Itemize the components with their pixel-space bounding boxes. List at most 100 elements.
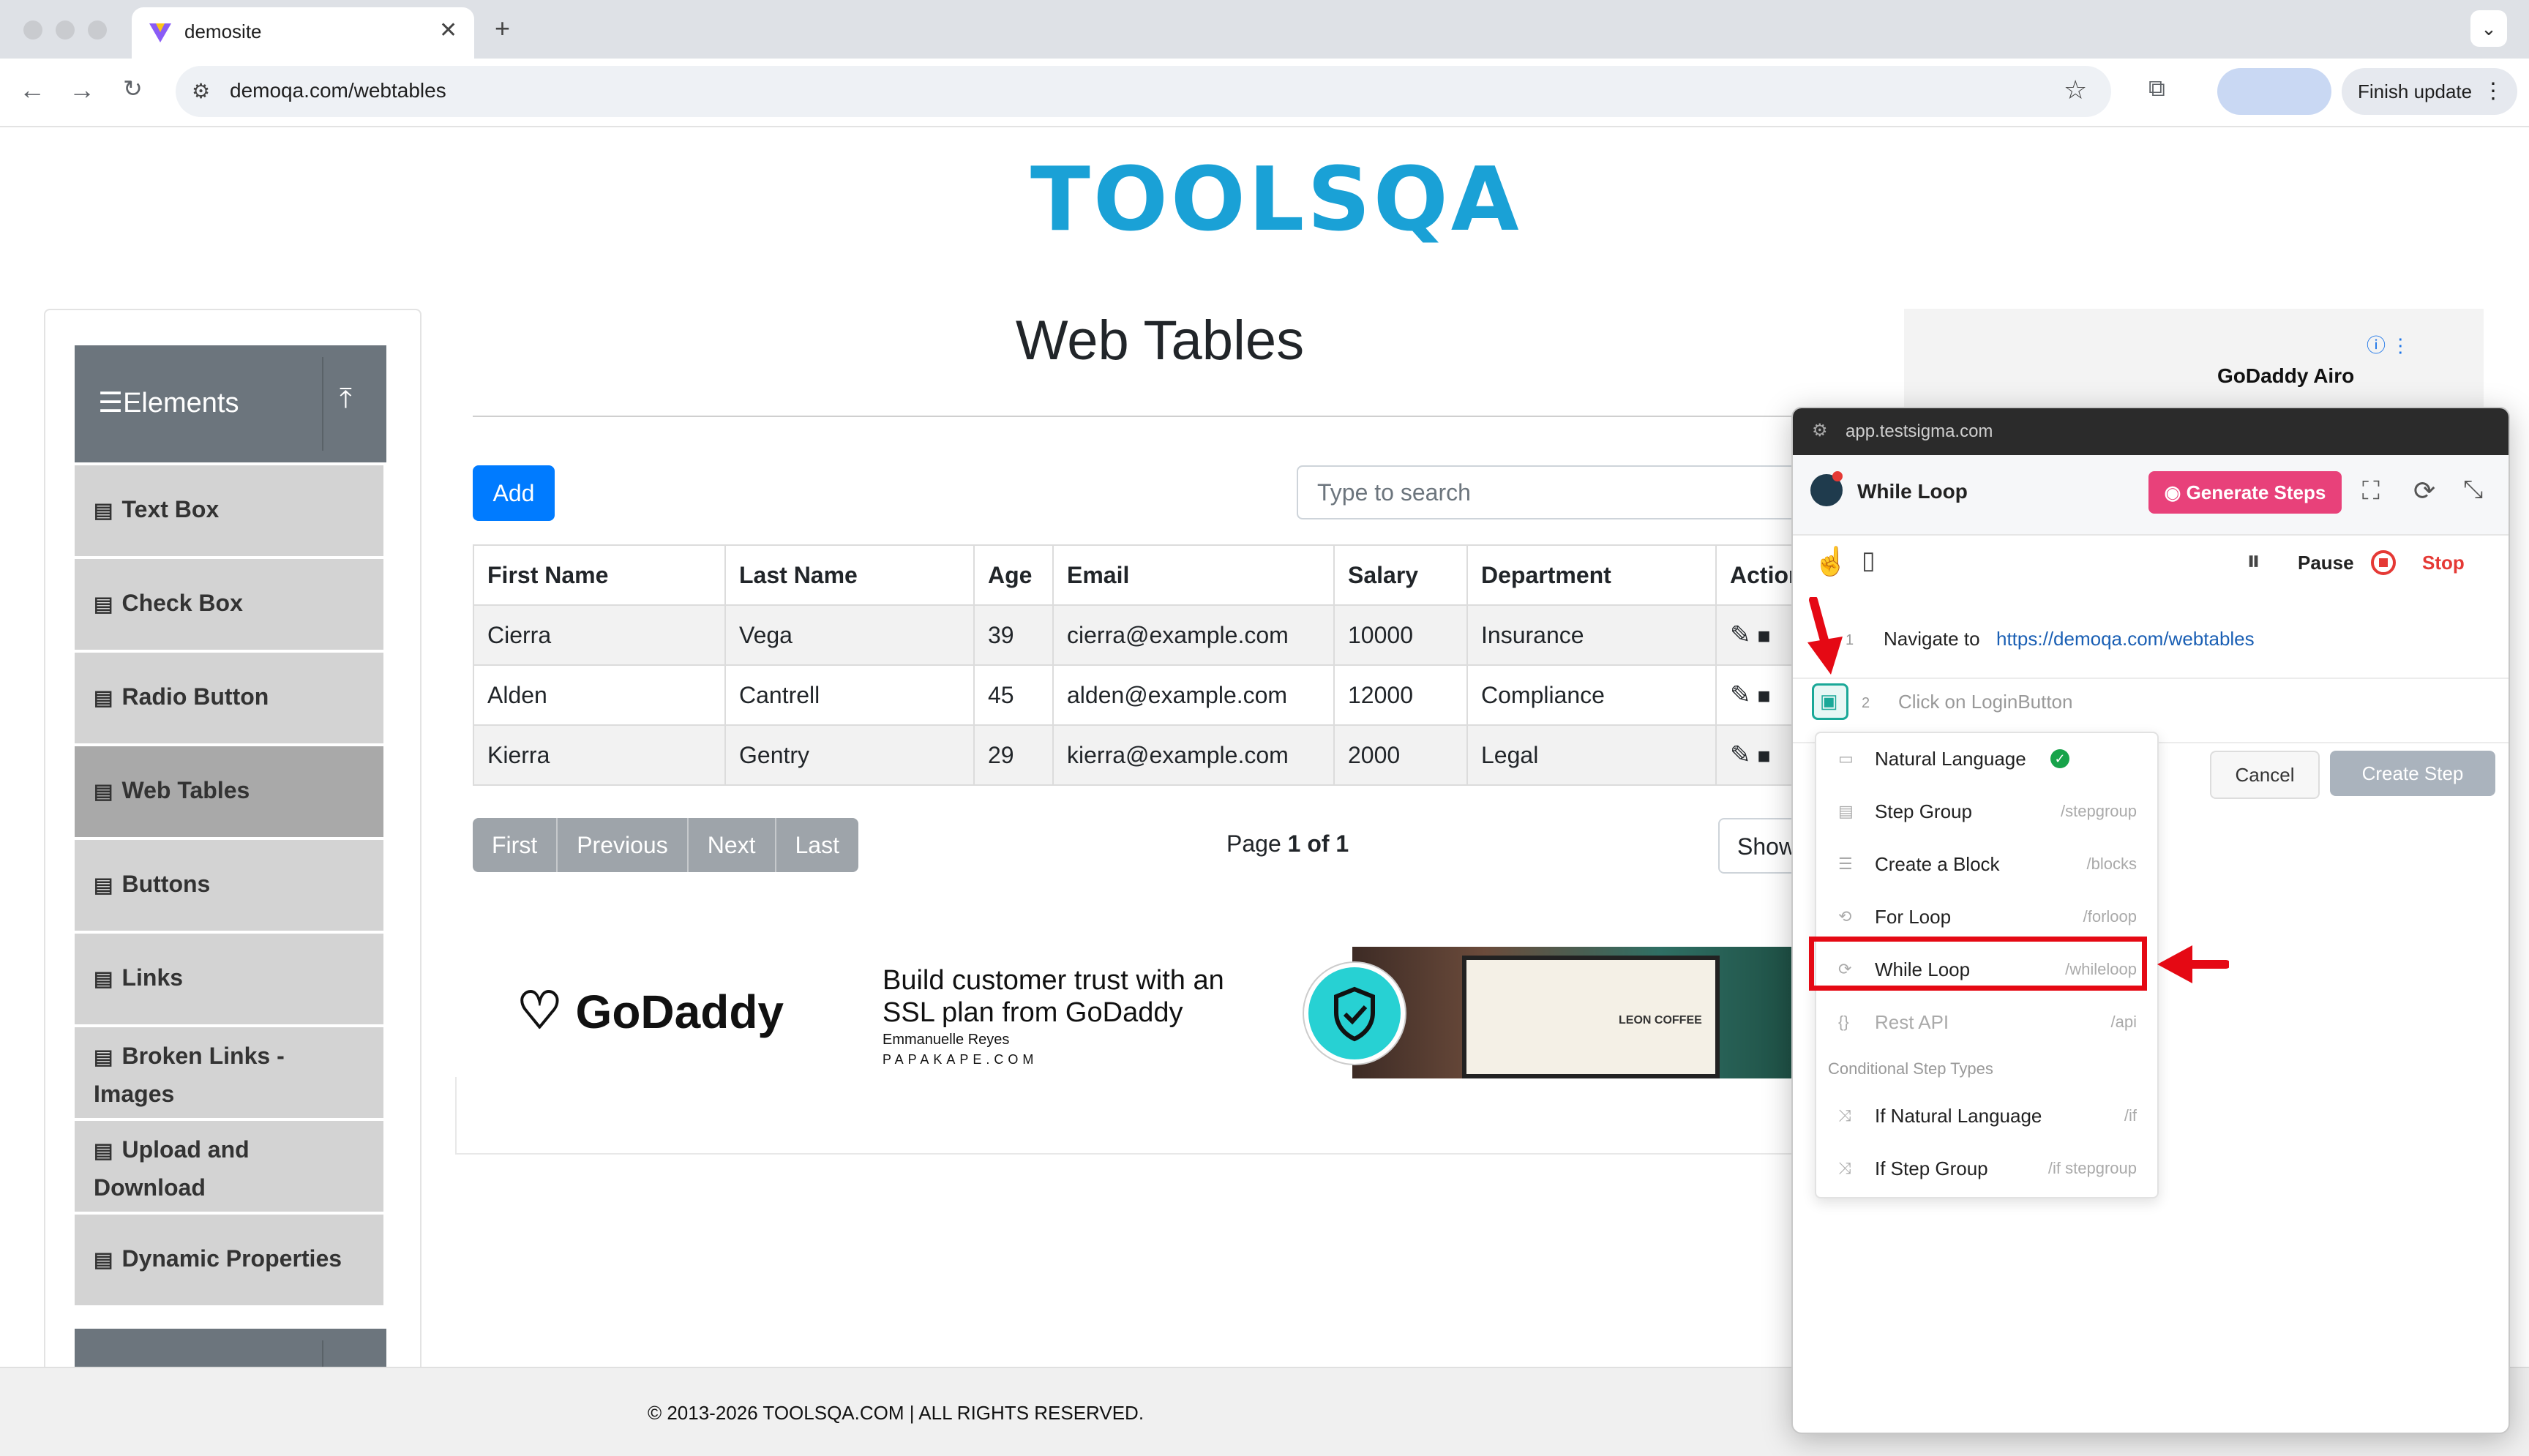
table-cell: Compliance	[1466, 664, 1717, 726]
list-item-icon: ▤	[94, 874, 113, 896]
collapse-arrow-icon[interactable]: ⤒	[340, 383, 352, 415]
step-type-selector-icon[interactable]: ▣	[1812, 683, 1848, 720]
browser-tab[interactable]: demosite ✕	[132, 7, 474, 59]
window-close-control[interactable]	[23, 20, 42, 40]
elements-group-text: Elements	[123, 388, 239, 419]
bookmark-star-icon[interactable]: ☆	[2064, 75, 2087, 105]
menu-item-if-natural-language[interactable]: ⤨ If Natural Language /if	[1816, 1090, 2157, 1143]
close-tab-icon[interactable]: ✕	[439, 18, 457, 43]
table-cell: Kierra	[473, 724, 726, 786]
delete-trash-icon[interactable]: ■	[1757, 744, 1770, 768]
sidebar-item-upload-and-download[interactable]: ▤ Upload and Download	[75, 1121, 383, 1215]
new-tab-icon[interactable]: +	[495, 13, 510, 44]
refresh-icon[interactable]: ⟳	[2413, 476, 2435, 506]
delete-trash-icon[interactable]: ■	[1757, 684, 1770, 708]
site-info-icon[interactable]: ⚙	[192, 79, 210, 103]
pause-button[interactable]: Pause	[2298, 552, 2354, 574]
last-page-button[interactable]: Last	[776, 818, 858, 872]
sidebar-item-buttons[interactable]: ▤ Buttons	[75, 840, 383, 934]
edit-pencil-icon[interactable]: ✎	[1730, 681, 1751, 709]
sidebar-item-links[interactable]: ▤ Links	[75, 934, 383, 1027]
sidebar-item-broken-links-images[interactable]: ▤ Broken Links - Images	[75, 1027, 383, 1121]
toolsqa-logo[interactable]: TOOLSQA	[1030, 149, 1522, 251]
first-page-button[interactable]: First	[473, 818, 558, 872]
edit-pencil-icon[interactable]: ✎	[1730, 741, 1751, 769]
menu-item-natural-language[interactable]: ▭ Natural Language ✓	[1816, 733, 2157, 786]
hamburger-icon: ☰	[98, 388, 124, 419]
column-header[interactable]: Last Name	[724, 544, 975, 606]
table-cell: kierra@example.com	[1052, 724, 1335, 786]
url-text[interactable]: demoqa.com/webtables	[230, 79, 446, 102]
elements-group-header[interactable]: ☰Elements ⤒	[75, 345, 386, 462]
window-zoom-control[interactable]	[88, 20, 107, 40]
mouse-icon[interactable]: ▯	[1862, 546, 1876, 575]
page-count: 1 of 1	[1287, 830, 1349, 857]
table-row: Kierra Gentry 29 kierra@example.com 2000…	[473, 724, 1818, 786]
previous-page-button[interactable]: Previous	[558, 818, 689, 872]
column-header[interactable]: Salary	[1333, 544, 1468, 606]
cancel-button[interactable]: Cancel	[2210, 751, 2320, 799]
stop-icon[interactable]	[2371, 550, 2396, 575]
panel-header: While Loop ◉ Generate Steps ⛶ ⟳ ⤡	[1793, 455, 2509, 536]
menu-item-create-block[interactable]: ☰ Create a Block /blocks	[1816, 838, 2157, 891]
column-header[interactable]: Email	[1052, 544, 1335, 606]
step-url-link[interactable]: https://demoqa.com/webtables	[1996, 628, 2255, 650]
add-button[interactable]: Add	[473, 465, 555, 521]
sidebar-item-dynamic-properties[interactable]: ▤ Dynamic Properties	[75, 1215, 383, 1308]
create-step-button[interactable]: Create Step	[2330, 751, 2495, 796]
window-minimize-control[interactable]	[56, 20, 75, 40]
menu-item-command: /stepgroup	[2061, 802, 2137, 820]
menu-item-rest-api[interactable]: {} Rest API /api	[1816, 997, 2157, 1049]
delete-trash-icon[interactable]: ■	[1757, 624, 1770, 648]
sidebar-item-text-box[interactable]: ▤ Text Box	[75, 465, 383, 559]
menu-item-step-group[interactable]: ▤ Step Group /stepgroup	[1816, 786, 2157, 838]
column-header[interactable]: Department	[1466, 544, 1717, 606]
table-cell: alden@example.com	[1052, 664, 1335, 726]
elements-group-label: ☰Elements	[98, 386, 239, 419]
back-arrow-icon[interactable]: ←	[19, 75, 45, 105]
collapse-icon[interactable]: ⤡	[2463, 476, 2483, 504]
panel-title: While Loop	[1857, 480, 1968, 503]
generate-steps-label: Generate Steps	[2186, 481, 2326, 503]
ad-person-name: Emmanuelle Reyes	[883, 1032, 1010, 1048]
screenshot-icon[interactable]: ⛶	[2362, 477, 2380, 506]
column-header[interactable]: Age	[973, 544, 1054, 606]
stop-button[interactable]: Stop	[2422, 552, 2465, 574]
godaddy-logo[interactable]: ♡ GoDaddy	[517, 980, 784, 1040]
reload-icon[interactable]: ↻	[123, 75, 143, 102]
edit-pencil-icon[interactable]: ✎	[1730, 621, 1751, 649]
address-bar[interactable]: ⚙ demoqa.com/webtables ☆	[176, 66, 2111, 117]
ad-headline[interactable]: Build customer trust with an SSL plan fr…	[883, 964, 1278, 1029]
footer-copyright: © 2013-2026 TOOLSQA.COM | ALL RIGHTS RES…	[647, 1402, 1144, 1424]
table-cell: cierra@example.com	[1052, 604, 1335, 666]
extensions-puzzle-icon[interactable]: ⧉	[2148, 75, 2165, 102]
click-hand-icon[interactable]: ☝	[1813, 546, 1848, 578]
pause-icon[interactable]: ⏸	[2247, 546, 2260, 577]
profile-avatar[interactable]	[2217, 68, 2331, 115]
step-input[interactable]: Click on LoginButton	[1898, 691, 2072, 713]
menu-item-label: If Step Group	[1875, 1157, 1988, 1179]
sidebar-item-check-box[interactable]: ▤ Check Box	[75, 559, 383, 653]
generate-steps-button[interactable]: ◉ Generate Steps	[2148, 471, 2342, 514]
side-ad[interactable]	[1904, 309, 2484, 411]
highlight-box	[1809, 937, 2147, 991]
tab-search-chevron-icon[interactable]: ⌄	[2470, 10, 2507, 47]
search-input[interactable]: Type to search	[1297, 465, 1809, 519]
laptop-caption: LEON COFFEE	[1619, 1014, 1702, 1027]
forward-arrow-icon[interactable]: →	[69, 75, 95, 105]
step-text[interactable]: Navigate to	[1884, 628, 1980, 650]
sidebar-item-radio-button[interactable]: ▤ Radio Button	[75, 653, 383, 746]
column-header[interactable]: First Name	[473, 544, 726, 606]
menu-item-if-step-group[interactable]: ⤨ If Step Group /if stepgroup	[1816, 1143, 2157, 1196]
sidebar-item-label: Check Box	[121, 590, 243, 616]
side-ad-brand: GoDaddy Airo	[2217, 364, 2355, 387]
sidebar-item-web-tables[interactable]: ▤ Web Tables	[75, 746, 383, 840]
table-cell: Cantrell	[724, 664, 975, 726]
page-indicator: Page 1 of 1	[1226, 830, 1349, 858]
finish-update-button[interactable]: Finish update ⋮	[2342, 68, 2517, 115]
sidebar-item-label: Text Box	[121, 496, 220, 522]
ad-domain: PAPAKAPE.COM	[883, 1052, 1038, 1067]
next-page-button[interactable]: Next	[688, 818, 776, 872]
more-menu-icon[interactable]: ⋮	[2482, 68, 2504, 115]
ad-info-icon[interactable]: ⓘ ⋮	[2367, 331, 2410, 358]
